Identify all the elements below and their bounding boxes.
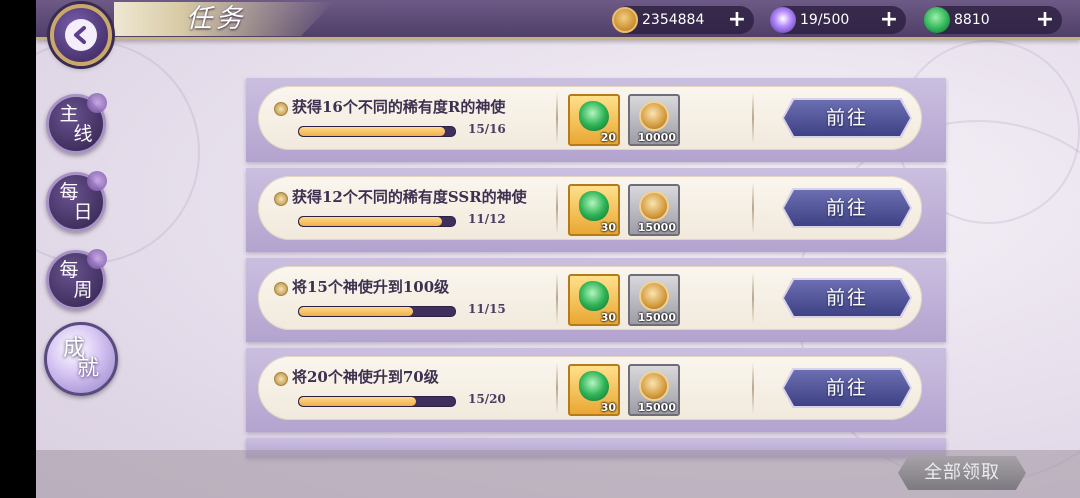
task-bullet-icon — [274, 192, 288, 206]
reward-count: 15000 — [637, 401, 676, 414]
gold-coin-icon — [639, 191, 669, 221]
reward-gold[interactable]: 15000 — [628, 364, 680, 416]
reward-count: 15000 — [637, 311, 676, 324]
top-bar-trim — [36, 37, 1080, 40]
reward-count: 30 — [600, 221, 616, 234]
task-progress-bar — [298, 126, 456, 137]
task-progress-fill — [299, 217, 442, 226]
jade-magatama-icon — [579, 191, 609, 221]
game-screen: 任务 2354884 + 19/500 + 8810 + 主 线 每 日 每 周 — [36, 0, 1080, 498]
background-gear-ornament — [36, 40, 200, 264]
jade-magatama-icon — [924, 7, 950, 33]
task-progress-text: 11/12 — [468, 212, 506, 226]
reward-gold[interactable]: 15000 — [628, 274, 680, 326]
tab-label: 每 — [59, 259, 79, 281]
energy-orb-icon — [770, 7, 796, 33]
tab-label: 就 — [76, 356, 99, 381]
tab-main-quest[interactable]: 主 线 — [46, 93, 107, 154]
tab-label: 主 — [59, 103, 79, 125]
divider — [752, 92, 754, 144]
task-progress-bar — [298, 396, 456, 407]
reward-count: 15000 — [637, 221, 676, 234]
gold-coin-icon — [639, 101, 669, 131]
tab-label: 周 — [73, 279, 93, 301]
jade-magatama-icon — [579, 101, 609, 131]
tab-daily[interactable]: 每 日 — [46, 171, 107, 232]
task-row: 将20个神使升到70级 15/20 30 15000 前往 — [258, 356, 922, 420]
gold-coin-icon — [639, 281, 669, 311]
task-card: 获得12个不同的稀有度SSR的神使 11/12 30 15000 前往 — [246, 168, 946, 252]
jade-amount: 8810 — [954, 12, 990, 28]
currency-energy: 19/500 + — [770, 6, 906, 34]
gold-coin-icon — [612, 7, 638, 33]
task-progress-bar — [298, 306, 456, 317]
flower-ornament-icon — [87, 249, 107, 269]
task-card: 将20个神使升到70级 15/20 30 15000 前往 — [246, 348, 946, 432]
task-progress-text: 11/15 — [468, 302, 506, 316]
tab-label: 每 — [59, 181, 79, 203]
task-card: 获得16个不同的稀有度R的神使 15/16 20 10000 前往 — [246, 78, 946, 162]
divider — [556, 362, 558, 414]
task-progress-fill — [299, 397, 416, 406]
gold-amount: 2354884 — [642, 12, 705, 28]
add-gold-button[interactable]: + — [726, 9, 748, 31]
task-bullet-icon — [274, 372, 288, 386]
task-progress-text: 15/20 — [468, 392, 506, 406]
jade-magatama-icon — [579, 371, 609, 401]
gold-coin-icon — [639, 371, 669, 401]
back-button[interactable] — [50, 4, 112, 66]
add-energy-button[interactable]: + — [878, 9, 900, 31]
currency-gold: 2354884 + — [612, 6, 754, 34]
go-button[interactable]: 前往 — [784, 370, 910, 406]
divider — [752, 272, 754, 324]
reward-count: 30 — [600, 401, 616, 414]
reward-jade[interactable]: 30 — [568, 364, 620, 416]
flower-ornament-icon — [87, 171, 107, 191]
go-button[interactable]: 前往 — [784, 190, 910, 226]
claim-all-button[interactable]: 全部领取 — [898, 456, 1026, 490]
reward-count: 10000 — [637, 131, 676, 144]
task-row: 将15个神使升到100级 11/15 30 15000 前往 — [258, 266, 922, 330]
task-progress-fill — [299, 127, 446, 136]
task-bullet-icon — [274, 102, 288, 116]
reward-jade[interactable]: 30 — [568, 274, 620, 326]
add-jade-button[interactable]: + — [1034, 9, 1056, 31]
tab-weekly[interactable]: 每 周 — [46, 249, 107, 310]
task-card: 将15个神使升到100级 11/15 30 15000 前往 — [246, 258, 946, 342]
go-button[interactable]: 前往 — [784, 100, 910, 136]
reward-count: 20 — [600, 131, 616, 144]
task-progress-bar — [298, 216, 456, 227]
task-bullet-icon — [274, 282, 288, 296]
reward-jade[interactable]: 20 — [568, 94, 620, 146]
tab-label: 日 — [73, 201, 93, 223]
task-title: 获得16个不同的稀有度R的神使 — [292, 98, 506, 116]
reward-gold[interactable]: 10000 — [628, 94, 680, 146]
tab-label: 线 — [73, 123, 93, 145]
task-progress-fill — [299, 307, 414, 316]
divider — [556, 182, 558, 234]
task-title: 将15个神使升到100级 — [292, 278, 450, 296]
task-row: 获得16个不同的稀有度R的神使 15/16 20 10000 前往 — [258, 86, 922, 150]
divider — [556, 272, 558, 324]
divider — [752, 362, 754, 414]
flower-ornament-icon — [87, 93, 107, 113]
task-progress-text: 15/16 — [468, 122, 506, 136]
reward-gold[interactable]: 15000 — [628, 184, 680, 236]
back-arrow-icon — [65, 19, 97, 51]
divider — [556, 92, 558, 144]
task-title: 获得12个不同的稀有度SSR的神使 — [292, 188, 527, 206]
task-row: 获得12个不同的稀有度SSR的神使 11/12 30 15000 前往 — [258, 176, 922, 240]
go-button[interactable]: 前往 — [784, 280, 910, 316]
reward-count: 30 — [600, 311, 616, 324]
tab-achievement[interactable]: 成 就 — [44, 322, 118, 396]
reward-jade[interactable]: 30 — [568, 184, 620, 236]
energy-amount: 19/500 — [800, 12, 850, 28]
jade-magatama-icon — [579, 281, 609, 311]
currency-jade: 8810 + — [924, 6, 1062, 34]
task-title: 将20个神使升到70级 — [292, 368, 439, 386]
page-title: 任务 — [186, 4, 247, 34]
divider — [752, 182, 754, 234]
